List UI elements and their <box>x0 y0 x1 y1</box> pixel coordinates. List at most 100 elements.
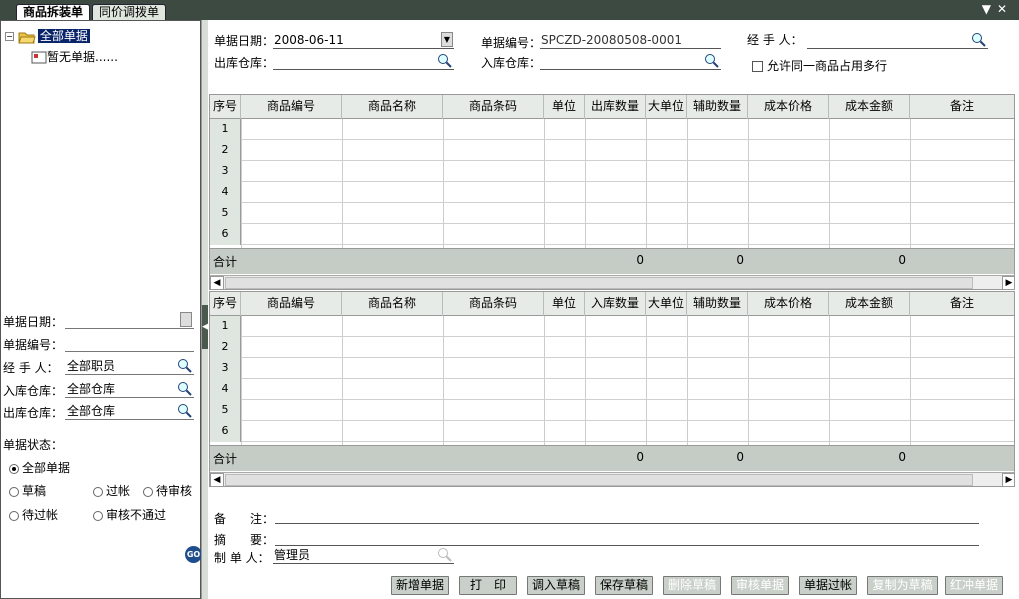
column-header[interactable]: 单位 <box>544 95 585 119</box>
row-number: 1 <box>210 316 241 337</box>
allow-multi-checkbox[interactable]: 允许同一商品占用多行 <box>752 57 887 74</box>
column-header[interactable]: 出库数量 <box>585 95 646 119</box>
handler-field[interactable] <box>807 31 988 49</box>
column-header[interactable]: 成本价格 <box>748 95 829 119</box>
row-number: 2 <box>210 337 241 358</box>
tree-node-all[interactable]: − 全部单据 <box>5 27 90 44</box>
column-header[interactable]: 辅助数量 <box>687 95 748 119</box>
radio-icon <box>93 510 103 521</box>
collapse-icon[interactable]: − <box>5 32 14 41</box>
filter-out-warehouse-field[interactable]: 全部仓库 <box>65 402 194 420</box>
dropdown-icon[interactable] <box>180 312 192 327</box>
summary-field[interactable] <box>275 528 979 546</box>
column-header[interactable]: 大单位 <box>646 95 687 119</box>
number-label: 单据编号： <box>481 36 542 50</box>
row-number: 6 <box>210 421 241 442</box>
reverse-document-button[interactable]: 红冲单据 <box>945 576 1003 595</box>
in-grid: 序号 商品编号 商品名称 商品条码 单位 入库数量 大单位 辅助数量 成本价格 成本金额 备注 12… <box>209 291 1015 487</box>
table-row[interactable]: 3 <box>210 161 1014 182</box>
panel-splitter[interactable]: ◀ <box>201 20 209 599</box>
go-button[interactable]: GO <box>185 546 202 563</box>
filter-handler-field[interactable]: 全部职员 <box>65 357 194 375</box>
column-header[interactable]: 序号 <box>210 95 241 119</box>
column-header[interactable]: 大单位 <box>646 292 687 316</box>
filter-number-row: 单据编号： <box>3 334 195 354</box>
column-header[interactable]: 商品编号 <box>241 95 342 119</box>
scroll-right-icon[interactable]: ▶ <box>1002 276 1014 289</box>
radio-icon <box>9 486 19 497</box>
radio-status-rejected[interactable]: 审核不通过 <box>93 506 166 523</box>
horizontal-scrollbar[interactable]: ◀ ▶ <box>210 472 1014 486</box>
scroll-left-icon[interactable]: ◀ <box>210 276 224 289</box>
search-icon[interactable] <box>971 32 986 47</box>
filter-number-field[interactable] <box>65 334 194 352</box>
dropdown-icon[interactable]: ▼ <box>441 32 453 47</box>
column-header[interactable]: 商品编号 <box>241 292 342 316</box>
column-header[interactable]: 商品名称 <box>342 292 443 316</box>
column-header[interactable]: 成本金额 <box>829 292 910 316</box>
radio-status-pending-post[interactable]: 待过帐 <box>9 506 58 523</box>
status-label: 单据状态： <box>3 438 64 452</box>
search-icon[interactable] <box>704 53 719 68</box>
print-button[interactable]: 打 印 <box>459 576 517 595</box>
tab-product-disassembly[interactable]: 商品拆装单 <box>16 4 91 20</box>
post-document-button[interactable]: 单据过帐 <box>799 576 857 595</box>
filter-in-warehouse-field[interactable]: 全部仓库 <box>65 380 194 398</box>
new-document-button[interactable]: 新增单据 <box>391 576 449 595</box>
table-row[interactable]: 5 <box>210 400 1014 421</box>
column-header[interactable]: 商品名称 <box>342 95 443 119</box>
column-header[interactable]: 辅助数量 <box>687 292 748 316</box>
close-icon[interactable]: ✕ <box>997 2 1013 16</box>
radio-icon <box>9 510 19 521</box>
review-document-button[interactable]: 审核单据 <box>731 576 789 595</box>
scroll-thumb[interactable] <box>225 474 973 486</box>
search-icon[interactable] <box>177 381 192 396</box>
search-icon[interactable] <box>437 53 452 68</box>
column-header[interactable]: 备注 <box>910 292 1014 316</box>
table-row[interactable]: 2 <box>210 140 1014 161</box>
column-header[interactable]: 序号 <box>210 292 241 316</box>
total-aux: 0 <box>736 450 744 464</box>
tree-node-empty[interactable]: 暂无单据...... <box>31 48 118 65</box>
delete-draft-button[interactable]: 删除草稿 <box>663 576 721 595</box>
filter-date-field[interactable] <box>65 311 194 329</box>
table-row[interactable]: 1 <box>210 119 1014 140</box>
chevron-down-icon[interactable]: ▼ <box>982 2 997 16</box>
in-warehouse-field[interactable] <box>540 52 721 70</box>
load-draft-button[interactable]: 调入草稿 <box>527 576 585 595</box>
out-warehouse-field[interactable] <box>273 52 454 70</box>
table-row[interactable]: 2 <box>210 337 1014 358</box>
table-row[interactable]: 1 <box>210 316 1014 337</box>
column-header[interactable]: 商品条码 <box>443 95 544 119</box>
column-header[interactable]: 入库数量 <box>585 292 646 316</box>
date-field[interactable]: 2008-06-11 ▼ <box>273 31 454 49</box>
search-icon[interactable] <box>177 358 192 373</box>
radio-status-posted[interactable]: 过帐 <box>93 482 130 499</box>
radio-icon <box>143 486 153 497</box>
scroll-left-icon[interactable]: ◀ <box>210 473 224 486</box>
table-row[interactable]: 6 <box>210 421 1014 442</box>
horizontal-scrollbar[interactable]: ◀ ▶ <box>210 275 1014 289</box>
radio-status-pending-review[interactable]: 待审核 <box>143 482 192 499</box>
tab-same-price-transfer[interactable]: 同价调拨单 <box>92 4 167 20</box>
table-row[interactable]: 6 <box>210 224 1014 245</box>
number-field[interactable]: SPCZD-20080508-0001 <box>540 31 721 49</box>
row-number: 4 <box>210 379 241 400</box>
table-row[interactable]: 4 <box>210 379 1014 400</box>
column-header[interactable]: 商品条码 <box>443 292 544 316</box>
table-row[interactable]: 5 <box>210 203 1014 224</box>
column-header[interactable]: 单位 <box>544 292 585 316</box>
column-header[interactable]: 成本金额 <box>829 95 910 119</box>
radio-status-draft[interactable]: 草稿 <box>9 482 46 499</box>
search-icon[interactable] <box>177 403 192 418</box>
scroll-right-icon[interactable]: ▶ <box>1002 473 1014 486</box>
table-row[interactable]: 4 <box>210 182 1014 203</box>
remark-field[interactable] <box>275 506 979 524</box>
scroll-thumb[interactable] <box>225 277 973 289</box>
save-draft-button[interactable]: 保存草稿 <box>595 576 653 595</box>
column-header[interactable]: 成本价格 <box>748 292 829 316</box>
column-header[interactable]: 备注 <box>910 95 1014 119</box>
copy-as-draft-button[interactable]: 复制为草稿 <box>867 576 938 595</box>
table-row[interactable]: 3 <box>210 358 1014 379</box>
radio-status-all[interactable]: 全部单据 <box>9 459 70 476</box>
